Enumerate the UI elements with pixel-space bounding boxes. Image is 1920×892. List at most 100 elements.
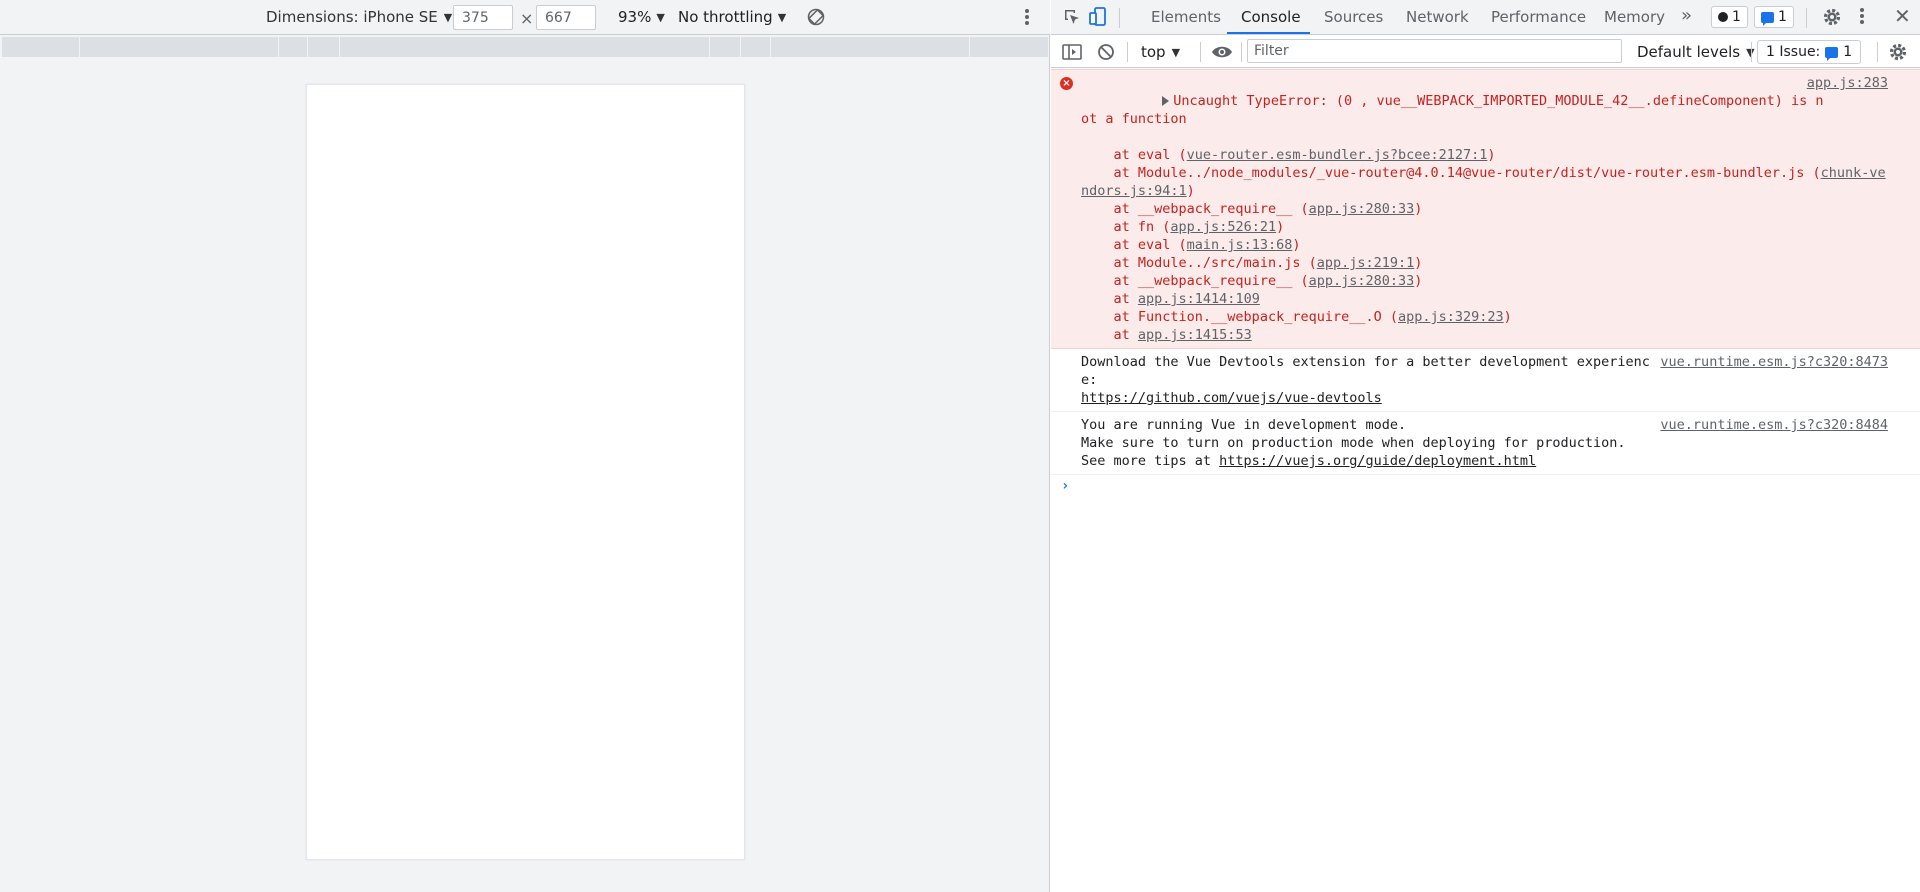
issues-label: 1 Issue:: [1766, 44, 1821, 60]
active-tab-indicator: [1227, 32, 1310, 34]
device-height-input[interactable]: [536, 5, 596, 30]
more-options-icon[interactable]: [1857, 6, 1867, 28]
stack-frame-link[interactable]: app.js:280:33: [1309, 201, 1415, 217]
log-link[interactable]: https://github.com/vuejs/vue-devtools: [1081, 390, 1382, 406]
stack-frame-suffix: ): [1414, 201, 1423, 217]
caret-down-icon: ▼: [656, 10, 665, 24]
context-dropdown[interactable]: top ▼: [1141, 43, 1180, 61]
stack-frame-text: at Module../node_modules/_vue-router@4.0…: [1081, 165, 1821, 181]
zoom-dropdown[interactable]: 93% ▼: [618, 8, 665, 26]
caret-down-icon: ▼: [443, 10, 453, 24]
issues-button[interactable]: 1 Issue: 1: [1757, 40, 1862, 64]
browser-window: Dimensions: iPhone SE ▼ × 93% ▼ No throt…: [0, 0, 1920, 892]
throttling-dropdown[interactable]: No throttling ▼: [678, 8, 786, 26]
stack-frame-link[interactable]: app.js:1415:53: [1138, 327, 1252, 343]
stack-frame: at __webpack_require__ (app.js:280:33): [1081, 272, 1891, 290]
more-options-icon[interactable]: [1022, 7, 1032, 29]
device-width-input[interactable]: [453, 5, 513, 30]
stack-frame-suffix: ): [1487, 147, 1496, 163]
device-dimensions-dropdown[interactable]: Dimensions: iPhone SE ▼: [266, 8, 452, 26]
stack-frame-link[interactable]: app.js:1414:109: [1138, 291, 1260, 307]
error-text: Uncaught TypeError: (0 , vue__WEBPACK_IM…: [1081, 93, 1824, 127]
stack-frame: at Module../node_modules/_vue-router@4.0…: [1081, 164, 1891, 200]
messages-count: 1: [1778, 9, 1787, 25]
stack-frame-link[interactable]: app.js:526:21: [1170, 219, 1276, 235]
stack-frame: at __webpack_require__ (app.js:280:33): [1081, 200, 1891, 218]
more-tabs-icon[interactable]: »: [1681, 5, 1692, 26]
throttling-label: No throttling: [678, 8, 773, 26]
error-icon: ×: [1060, 77, 1073, 90]
settings-gear-icon[interactable]: [1821, 6, 1843, 28]
rotate-icon[interactable]: [806, 7, 826, 27]
media-query-bar[interactable]: [2, 37, 1048, 57]
device-dimensions-label: Dimensions: iPhone SE: [266, 8, 438, 26]
stack-frame-text: at eval (: [1081, 147, 1187, 163]
device-toggle-icon[interactable]: [1087, 6, 1109, 28]
tab-elements[interactable]: Elements: [1151, 0, 1221, 35]
stack-frame: at app.js:1414:109: [1081, 290, 1891, 308]
stack-frame-text: at fn (: [1081, 219, 1171, 235]
message-icon: [1761, 11, 1774, 26]
tab-performance[interactable]: Performance: [1491, 0, 1586, 35]
dimension-separator: ×: [520, 9, 534, 28]
stack-frame-link[interactable]: app.js:219:1: [1317, 255, 1415, 271]
console-prompt-line[interactable]: ›: [1051, 475, 1920, 499]
errors-badge[interactable]: 1: [1711, 6, 1748, 28]
stack-frame: at eval (main.js:13:68): [1081, 236, 1891, 254]
stack-frame-text: at Module../src/main.js (: [1081, 255, 1317, 271]
stack-frame-suffix: ): [1276, 219, 1285, 235]
stack-frame: at app.js:1415:53: [1081, 326, 1891, 344]
console-output: × Uncaught TypeError: (0 , vue__WEBPACK_…: [1051, 69, 1920, 499]
context-label: top: [1141, 43, 1166, 61]
stack-frame-suffix: ): [1414, 255, 1423, 271]
devtools-tabbar: Elements Console Sources Network Perform…: [1051, 0, 1920, 35]
stack-frame: at Function.__webpack_require__.O (app.j…: [1081, 308, 1891, 326]
live-expression-eye-icon[interactable]: [1211, 41, 1233, 63]
stack-frame-text: at Function.__webpack_require__.O (: [1081, 309, 1398, 325]
tab-sources[interactable]: Sources: [1324, 0, 1383, 35]
stack-frame-link[interactable]: main.js:13:68: [1187, 237, 1293, 253]
stack-frame-link[interactable]: app.js:280:33: [1309, 273, 1415, 289]
device-viewport[interactable]: [306, 84, 745, 860]
zoom-label: 93%: [618, 8, 652, 26]
stack-frame: at fn (app.js:526:21): [1081, 218, 1891, 236]
log-source-link[interactable]: vue.runtime.esm.js?c320:8484: [1660, 416, 1888, 434]
console-settings-gear-icon[interactable]: [1887, 41, 1909, 63]
clear-console-icon[interactable]: [1095, 41, 1117, 63]
inspect-element-icon[interactable]: [1061, 6, 1083, 28]
caret-down-icon: ▼: [777, 10, 787, 24]
messages-badge[interactable]: 1: [1754, 6, 1794, 28]
stack-frame: at Module../src/main.js (app.js:219:1): [1081, 254, 1891, 272]
stack-frame-suffix: ): [1503, 309, 1512, 325]
message-icon: [1825, 46, 1839, 61]
sidebar-toggle-icon[interactable]: [1061, 41, 1083, 63]
error-stack-trace: at eval (vue-router.esm-bundler.js?bcee:…: [1081, 146, 1890, 344]
stack-frame-suffix: ): [1292, 237, 1301, 253]
caret-down-icon: ▼: [1171, 45, 1181, 59]
tab-memory[interactable]: Memory: [1604, 0, 1665, 35]
close-devtools-icon[interactable]: ✕: [1894, 4, 1911, 28]
console-filter-input[interactable]: [1247, 39, 1622, 63]
stack-frame-text: at: [1081, 327, 1138, 343]
log-text: Download the Vue Devtools extension for …: [1081, 354, 1650, 388]
console-error-message: × Uncaught TypeError: (0 , vue__WEBPACK_…: [1051, 69, 1920, 349]
error-source-link[interactable]: app.js:283: [1807, 74, 1888, 92]
device-emulation-pane: Dimensions: iPhone SE ▼ × 93% ▼ No throt…: [0, 0, 1050, 892]
tab-network[interactable]: Network: [1406, 0, 1469, 35]
stack-frame-text: at: [1081, 291, 1138, 307]
stack-frame-text: at __webpack_require__ (: [1081, 201, 1309, 217]
tab-console[interactable]: Console: [1241, 0, 1301, 35]
log-source-link[interactable]: vue.runtime.esm.js?c320:8473: [1660, 353, 1888, 371]
prompt-chevron-icon: ›: [1061, 478, 1070, 494]
expand-triangle-icon[interactable]: [1162, 96, 1170, 106]
stack-frame-text: at __webpack_require__ (: [1081, 273, 1309, 289]
log-levels-dropdown[interactable]: Default levels ▼: [1637, 43, 1755, 61]
console-toolbar: top ▼ Default levels ▼ 1 Issue: 1: [1051, 36, 1920, 68]
stack-frame-link[interactable]: vue-router.esm-bundler.js?bcee:2127:1: [1187, 147, 1488, 163]
error-dot-icon: [1718, 12, 1728, 22]
stack-frame-link[interactable]: app.js:329:23: [1398, 309, 1504, 325]
devtools-pane: Elements Console Sources Network Perform…: [1051, 0, 1920, 892]
issues-count: 1: [1843, 44, 1853, 60]
log-link[interactable]: https://vuejs.org/guide/deployment.html: [1219, 453, 1536, 469]
stack-frame-text: at eval (: [1081, 237, 1187, 253]
